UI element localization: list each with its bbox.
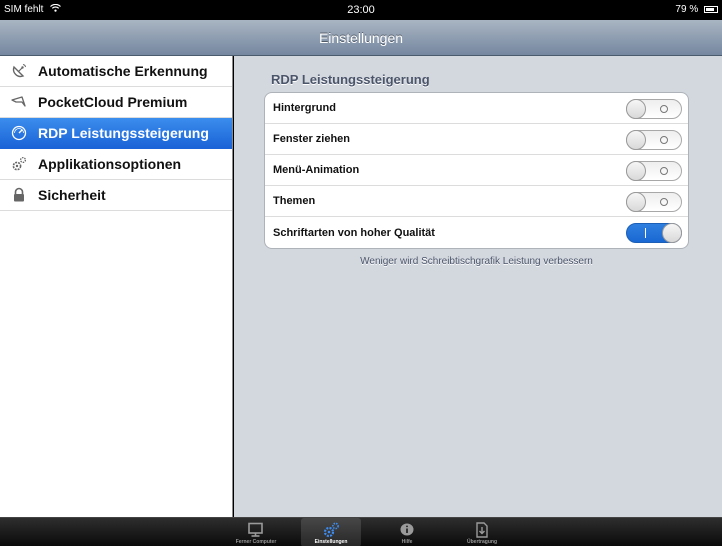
sidebar-item-security[interactable]: Sicherheit [0,180,232,211]
monitor-icon [247,521,265,539]
setting-row-themes: Themen [265,186,688,217]
tab-bar: Ferner Computer Einstellungen Hilfe Über… [0,517,722,546]
settings-footer-hint: Weniger wird Schreibtischgrafik Leistung… [360,256,593,267]
sidebar-item-label: Sicherheit [38,187,106,203]
lock-icon [10,186,28,204]
settings-group: Hintergrund Fenster ziehen Menü-Animatio… [264,92,689,249]
sidebar-item-application-options[interactable]: Applikationsoptionen [0,149,232,180]
menu-animation-toggle[interactable] [626,161,682,181]
toggle-knob [626,161,646,181]
high-quality-fonts-toggle[interactable] [626,223,682,243]
setting-row-menu-animation: Menü-Animation [265,155,688,186]
setting-label: Menü-Animation [273,164,360,176]
setting-row-high-quality-fonts: Schriftarten von hoher Qualität [265,217,688,248]
toggle-off-mark [660,167,668,175]
setting-label: Fenster ziehen [273,133,351,145]
tab-label: Einstellungen [314,539,348,545]
toggle-knob [626,99,646,119]
gears-icon [322,521,340,539]
sidebar-item-automatic-detection[interactable]: Automatische Erkennung [0,56,232,87]
settings-sidebar: Automatische Erkennung PocketCloud Premi… [0,56,233,517]
toggle-knob [662,223,682,243]
battery-status: 79 % [675,4,718,15]
toggle-off-mark [660,136,668,144]
tab-settings[interactable]: Einstellungen [301,518,361,546]
sidebar-item-label: PocketCloud Premium [38,94,188,110]
tab-label: Übertragung [467,539,497,545]
navigation-bar: Einstellungen [0,20,722,56]
setting-row-window-drag: Fenster ziehen [265,124,688,155]
tab-transfer[interactable]: Übertragung [452,518,512,546]
battery-icon [704,6,718,13]
toggle-knob [626,130,646,150]
setting-label: Themen [273,195,316,207]
setting-row-background: Hintergrund [265,93,688,124]
page-title: Einstellungen [318,30,404,46]
toggle-on-mark [645,228,646,238]
battery-label: 79 % [675,4,699,15]
tab-help[interactable]: Hilfe [377,518,437,546]
clock: 23:00 [347,4,375,16]
download-icon [473,521,491,539]
status-bar: SIM fehlt 23:00 79 % [0,0,722,20]
settings-detail-panel: RDP Leistungssteigerung Hintergrund Fens… [234,56,722,517]
background-toggle[interactable] [626,99,682,119]
toggle-off-mark [660,105,668,113]
sidebar-item-label: Applikationsoptionen [38,156,182,172]
sidebar-item-label: Automatische Erkennung [38,63,208,79]
sidebar-item-rdp-performance[interactable]: RDP Leistungssteigerung [0,118,232,149]
toggle-off-mark [660,198,668,206]
setting-label: Hintergrund [273,102,336,114]
sidebar-item-label: RDP Leistungssteigerung [38,125,209,141]
setting-label: Schriftarten von hoher Qualität [273,226,435,239]
toggle-knob [626,192,646,212]
tab-remote-computer[interactable]: Ferner Computer [226,518,286,546]
tab-label: Ferner Computer [235,539,277,545]
satellite-icon [10,62,28,80]
flag-icon [10,93,28,111]
themes-toggle[interactable] [626,192,682,212]
info-icon [398,521,416,539]
window-drag-toggle[interactable] [626,130,682,150]
gears-icon [10,155,28,173]
speedometer-icon [10,124,28,142]
tab-label: Hilfe [401,539,413,545]
section-title: RDP Leistungssteigerung [271,72,430,87]
sidebar-item-pocketcloud-premium[interactable]: PocketCloud Premium [0,87,232,118]
